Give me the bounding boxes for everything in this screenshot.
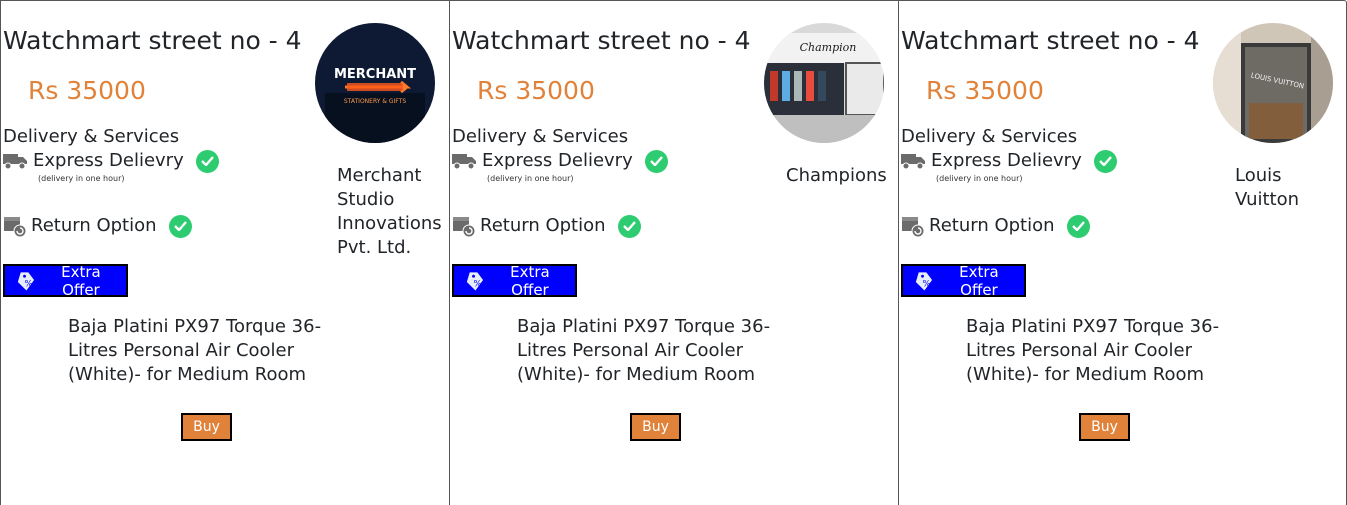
services-heading: Delivery & Services <box>452 126 629 147</box>
product-name: Baja Platini PX97 Torque 36-Litres Perso… <box>966 316 1220 385</box>
return-option-label: Return Option <box>31 215 157 236</box>
price: Rs 35000 <box>28 76 146 105</box>
svg-text:%: % <box>25 279 33 289</box>
return-option-row: Return Option <box>3 214 192 238</box>
services-heading: Delivery & Services <box>901 126 1078 147</box>
extra-offer-label: Extra Offer <box>959 262 999 299</box>
truck-icon <box>3 154 27 170</box>
extra-offer-button[interactable]: % Extra Offer <box>3 262 128 299</box>
truck-icon <box>452 154 476 170</box>
logo-text-sub: STATIONERY & GIFTS <box>344 98 406 105</box>
store-name: Louis Vuitton <box>1235 165 1300 210</box>
express-delivery-note: (delivery in one hour) <box>487 174 574 183</box>
extra-offer-button[interactable]: % Extra Offer <box>901 262 1026 299</box>
product-name: Baja Platini PX97 Torque 36-Litres Perso… <box>68 316 322 385</box>
check-icon <box>1093 149 1117 173</box>
return-box-icon <box>453 217 476 238</box>
store-title: Watchmart street no - 4 <box>452 26 751 55</box>
extra-offer-label: Extra Offer <box>510 262 550 299</box>
express-delivery-row: Express Delievry <box>452 149 668 173</box>
check-icon <box>1066 214 1090 238</box>
return-box-icon <box>4 217 27 238</box>
store-card: Watchmart street no - 4 Rs 35000 Deliver… <box>898 1 1347 505</box>
louis-vuitton-storefront-photo: LOUIS VUITTON <box>1213 23 1333 143</box>
svg-text:%: % <box>474 279 482 289</box>
store-name: Merchant Studio Innovations Pvt. Ltd. <box>337 165 442 258</box>
return-option-label: Return Option <box>480 215 606 236</box>
merchant-storefront-photo: MERCHANT STATIONERY & GIFTS <box>315 23 435 143</box>
product-name: Baja Platini PX97 Torque 36-Litres Perso… <box>517 316 771 385</box>
discount-tag-icon: % <box>466 271 484 291</box>
express-delivery-row: Express Delievry <box>3 149 219 173</box>
extra-offer-button[interactable]: % Extra Offer <box>452 262 577 299</box>
check-icon <box>195 149 219 173</box>
express-delivery-label: Express Delievry <box>33 150 184 171</box>
logo-text-main: Champion <box>800 41 857 54</box>
return-option-row: Return Option <box>452 214 641 238</box>
store-card: Watchmart street no - 4 Rs 35000 Deliver… <box>449 1 898 505</box>
buy-button[interactable]: Buy <box>630 413 681 441</box>
express-delivery-row: Express Delievry <box>901 149 1117 173</box>
express-delivery-label: Express Delievry <box>482 150 633 171</box>
store-title: Watchmart street no - 4 <box>3 26 302 55</box>
check-icon <box>168 214 192 238</box>
price: Rs 35000 <box>477 76 595 105</box>
express-delivery-note: (delivery in one hour) <box>38 174 125 183</box>
return-option-row: Return Option <box>901 214 1090 238</box>
discount-tag-icon: % <box>17 271 35 291</box>
store-card: Watchmart street no - 4 Rs 35000 Deliver… <box>0 1 449 505</box>
price: Rs 35000 <box>926 76 1044 105</box>
return-box-icon <box>902 217 925 238</box>
express-delivery-note: (delivery in one hour) <box>936 174 1023 183</box>
check-icon <box>617 214 641 238</box>
express-delivery-label: Express Delievry <box>931 150 1082 171</box>
logo-text-main: MERCHANT <box>334 67 416 82</box>
extra-offer-label: Extra Offer <box>61 262 101 299</box>
store-cards-row: Watchmart street no - 4 Rs 35000 Deliver… <box>0 0 1347 505</box>
svg-text:%: % <box>923 279 931 289</box>
store-title: Watchmart street no - 4 <box>901 26 1200 55</box>
buy-button[interactable]: Buy <box>181 413 232 441</box>
services-heading: Delivery & Services <box>3 126 180 147</box>
check-icon <box>644 149 668 173</box>
buy-button[interactable]: Buy <box>1079 413 1130 441</box>
truck-icon <box>901 154 925 170</box>
discount-tag-icon: % <box>915 271 933 291</box>
store-name: Champions <box>786 165 887 186</box>
return-option-label: Return Option <box>929 215 1055 236</box>
champion-storefront-photo: Champion <box>764 23 884 143</box>
